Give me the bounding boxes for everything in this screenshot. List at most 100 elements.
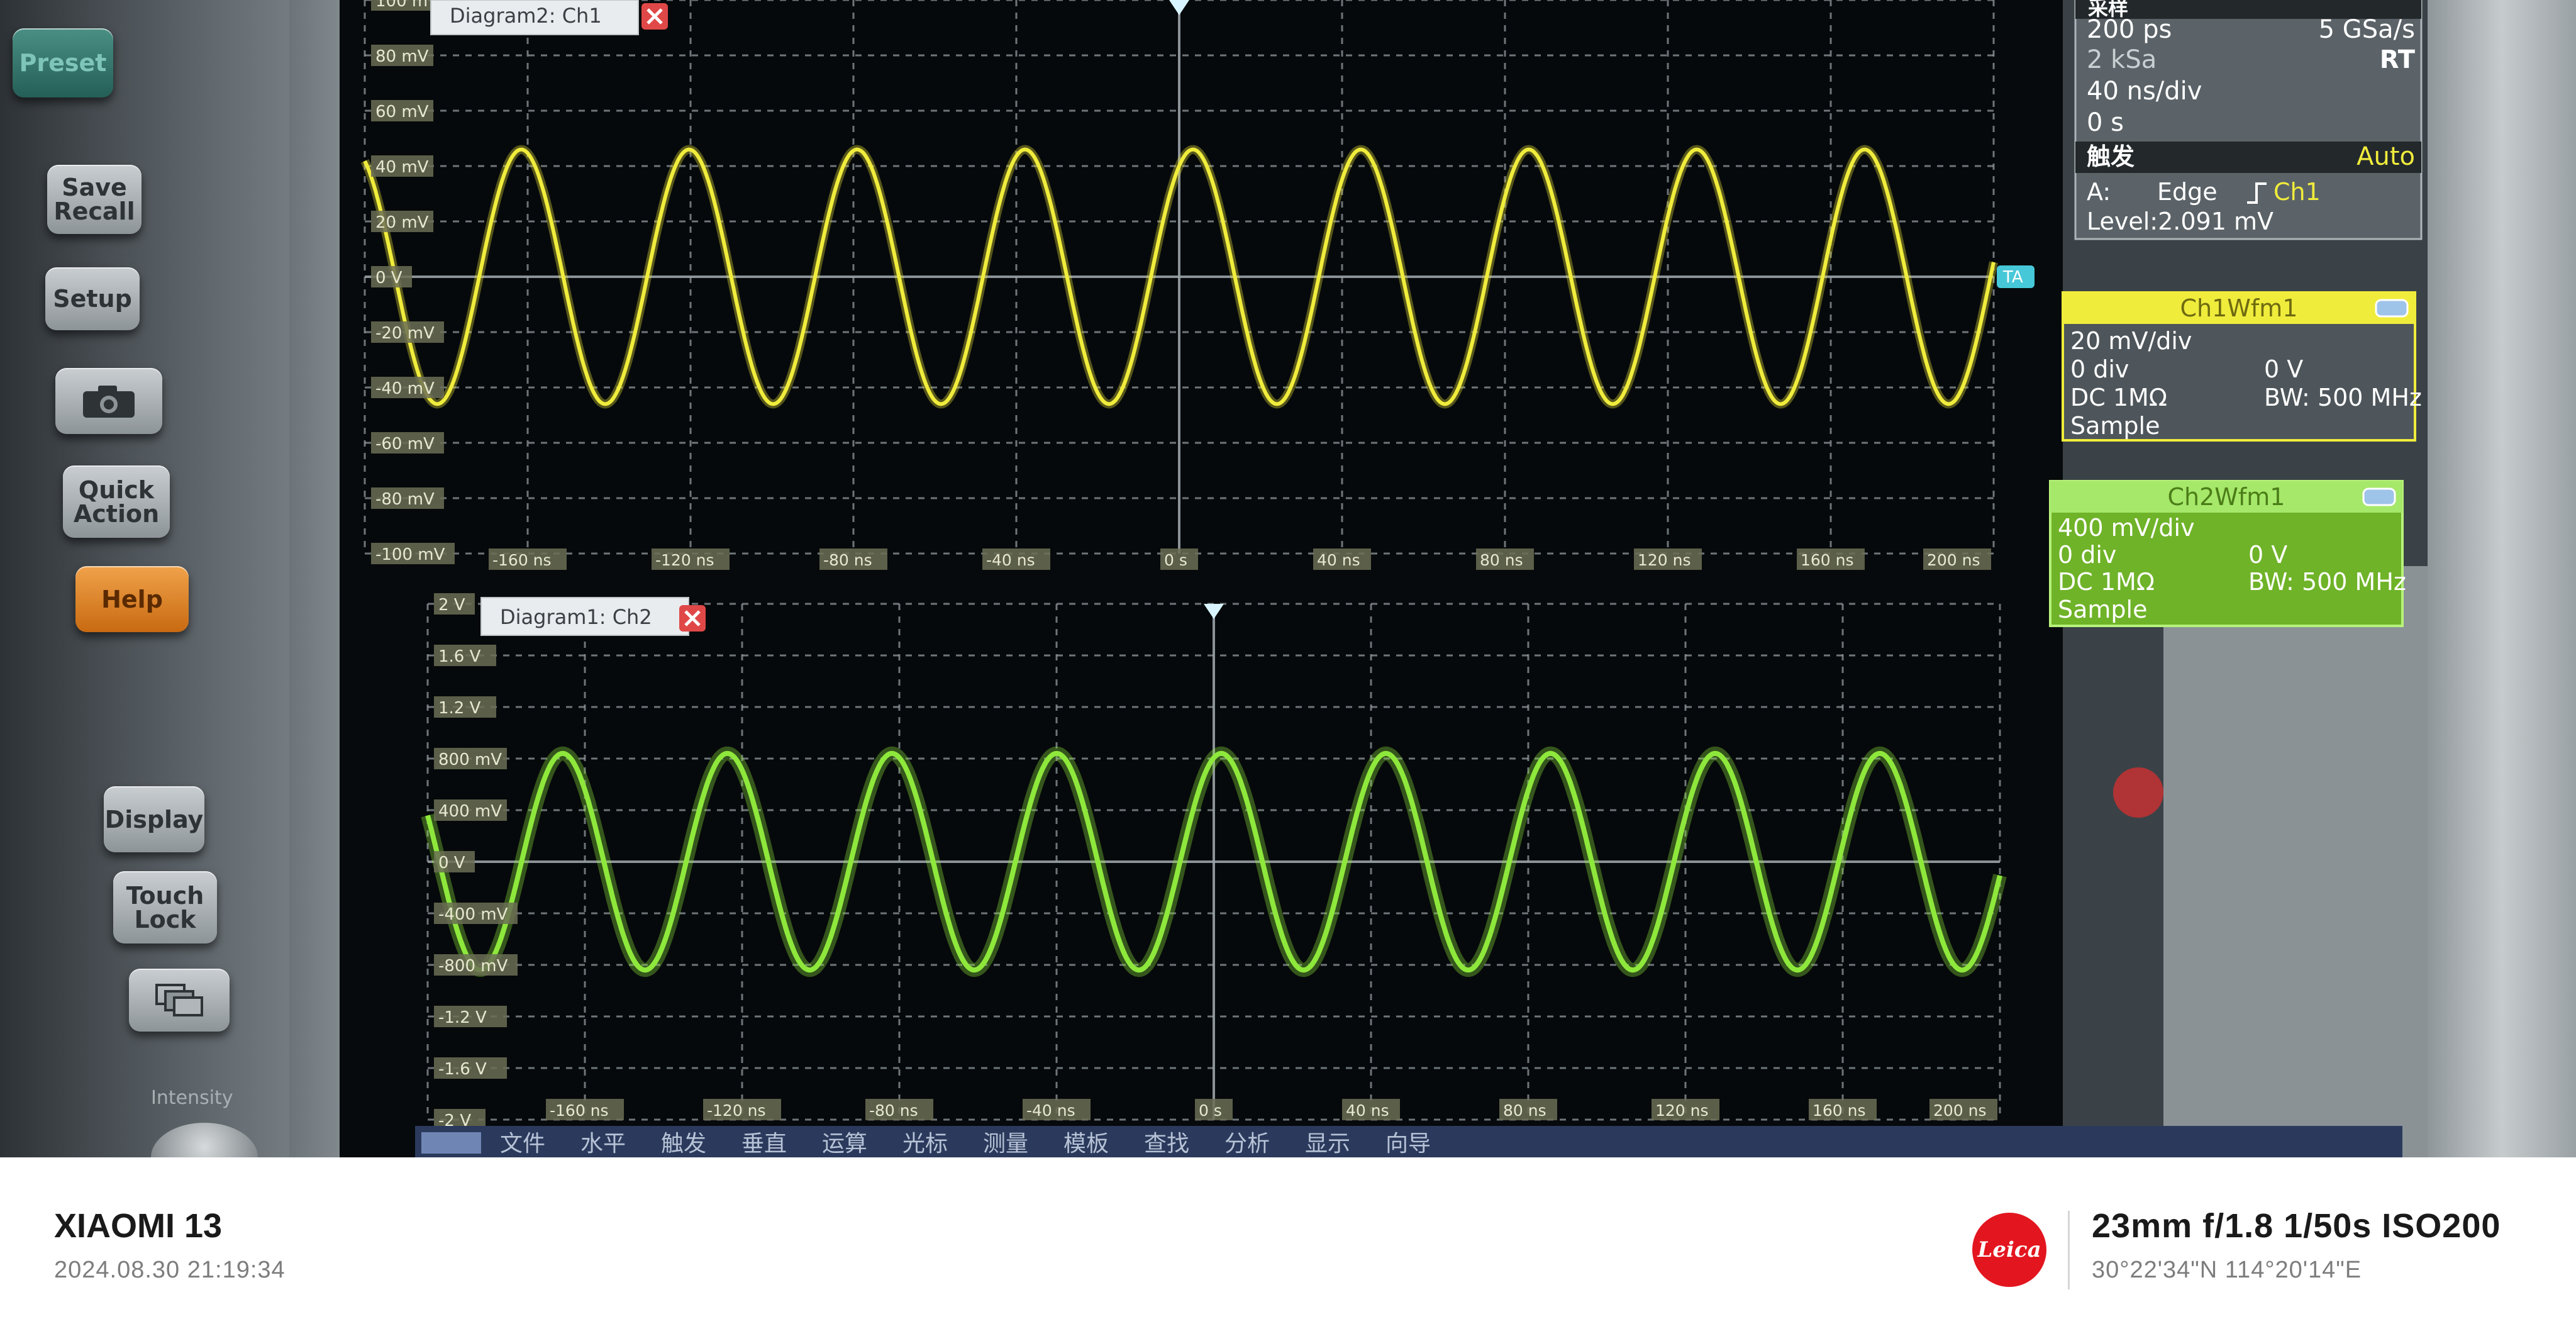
x-tick-label: 40 ns — [1317, 551, 1360, 569]
diagram-top-tab[interactable]: Diagram2: Ch1 — [430, 0, 668, 35]
x-tick-label: 0 s — [1164, 551, 1187, 569]
y-tick-label: -1.2 V — [438, 1008, 487, 1027]
touch-lock-button[interactable]: Touch Lock — [113, 871, 217, 944]
oscilloscope-photo: Preset Save Recall Setup Quick Action He… — [0, 0, 2576, 1157]
ch2-acq: Sample — [2058, 596, 2147, 623]
save-recall-button[interactable]: Save Recall — [47, 165, 142, 234]
x-tick-label: -40 ns — [986, 551, 1035, 569]
caption-divider — [2068, 1211, 2070, 1289]
x-tick-label: 120 ns — [1638, 551, 1691, 569]
menu-item[interactable]: 显示 — [1305, 1131, 1350, 1157]
y-tick-label: -800 mV — [438, 957, 508, 976]
x-tick-label: -40 ns — [1026, 1101, 1075, 1120]
ch1-info-box[interactable]: Ch1Wfm1 20 mV/div 0 div 0 V DC 1MΩ BW: 5… — [2062, 291, 2422, 442]
x-tick-label: -120 ns — [655, 551, 714, 569]
x-tick-label: -80 ns — [823, 551, 872, 569]
camera-button[interactable] — [55, 368, 162, 434]
ch1-bandwidth: BW: 500 MHz — [2264, 384, 2422, 411]
y-tick-label: -20 mV — [375, 324, 435, 343]
y-tick-label: 400 mV — [438, 802, 502, 821]
diagram-bottom-tab[interactable]: Diagram1: Ch2 — [480, 597, 706, 636]
ch1-scale: 20 mV/div — [2070, 327, 2192, 355]
x-tick-label: 120 ns — [1655, 1101, 1709, 1120]
y-tick-label: 100 mV — [375, 0, 439, 11]
ch2-bandwidth: BW: 500 MHz — [2248, 568, 2406, 596]
preset-button[interactable]: Preset — [13, 28, 113, 97]
menu-item[interactable]: 分析 — [1224, 1131, 1270, 1157]
acq-position: 0 s — [2087, 108, 2124, 137]
y-tick-label: 0 V — [438, 854, 465, 872]
x-tick-label: 160 ns — [1801, 551, 1854, 569]
y-tick-label: 40 mV — [375, 158, 429, 177]
ch1-coupling: DC 1MΩ — [2070, 384, 2167, 411]
ch1-acq: Sample — [2070, 412, 2160, 440]
gps-coordinates: 30°22'34"N 114°20'14"E — [2092, 1257, 2362, 1283]
display-button[interactable]: Display — [104, 786, 204, 852]
x-tick-label: 200 ns — [1927, 551, 1980, 569]
x-tick-label: 160 ns — [1813, 1101, 1866, 1120]
y-tick-label: 1.6 V — [438, 647, 481, 666]
acq-sample-rate: 5 GSa/s — [2319, 15, 2415, 44]
trigger-level: Level:2.091 mV — [2087, 208, 2273, 235]
right-panel-lower — [2163, 566, 2428, 1157]
menu-item[interactable]: 测量 — [983, 1131, 1028, 1157]
trigger-mode: Auto — [2357, 142, 2415, 171]
menu-item[interactable]: 垂直 — [741, 1131, 787, 1157]
x-tick-label: -80 ns — [869, 1101, 918, 1120]
ch2-box-title: Ch2Wfm1 — [2168, 483, 2285, 511]
menu-item[interactable]: 模板 — [1063, 1131, 1109, 1157]
y-tick-label: 1.2 V — [438, 699, 481, 718]
acq-mode: RT — [2380, 45, 2416, 74]
menu-item[interactable]: 触发 — [661, 1131, 706, 1157]
diagram-top-label: Diagram2: Ch1 — [450, 4, 602, 28]
menu-item[interactable]: 查找 — [1144, 1131, 1189, 1157]
y-tick-label: 2 V — [438, 596, 465, 615]
diagram-ch1[interactable]: 100 mV 80 mV 60 mV 40 mV 20 mV 0 V -20 mV -40 m… — [360, 0, 2035, 570]
trigger-source-prefix: A: — [2087, 178, 2111, 206]
menu-item[interactable]: 光标 — [902, 1131, 948, 1157]
trigger-level-label: TA — [2002, 268, 2023, 287]
ch2-minimize-icon[interactable] — [2362, 487, 2396, 506]
ch1-minimize-icon[interactable] — [2375, 299, 2409, 318]
intensity-label: Intensity — [151, 1087, 233, 1109]
setup-button[interactable]: Setup — [45, 267, 140, 330]
acquisition-box[interactable]: 采样 200 ps 5 GSa/s 2 kSa RT 40 ns/div 0 s… — [2074, 0, 2423, 240]
trigger-header: 触发 — [2087, 143, 2135, 170]
menu-item[interactable]: 文件 — [500, 1131, 545, 1157]
acq-resolution: 200 ps — [2087, 15, 2172, 44]
acq-record-length: 2 kSa — [2087, 45, 2157, 74]
window-layout-button[interactable] — [129, 969, 230, 1032]
diagram-ch2[interactable]: 2 V 1.6 V 1.2 V 800 mV 400 mV 0 V -400 mV -800 … — [421, 593, 2007, 1130]
trigger-type: Edge — [2157, 178, 2218, 206]
menu-grid-icon[interactable] — [421, 1132, 481, 1154]
x-tick-label: -120 ns — [707, 1101, 766, 1120]
right-bezel — [2428, 0, 2576, 1157]
ch2-info-box[interactable]: Ch2Wfm1 400 mV/div 0 div 0 V DC 1MΩ BW: … — [2049, 480, 2406, 627]
diagram-bottom-label: Diagram1: Ch2 — [500, 605, 652, 629]
x-tick-label: 80 ns — [1480, 551, 1523, 569]
y-tick-label: 800 mV — [438, 750, 502, 769]
ch2-offset: 0 V — [2248, 541, 2287, 569]
x-tick-label: 200 ns — [1933, 1101, 1987, 1120]
menu-item[interactable]: 向导 — [1385, 1131, 1431, 1157]
y-tick-label: -60 mV — [375, 435, 435, 454]
y-tick-label: -1.6 V — [438, 1060, 487, 1079]
camera-model: XIAOMI 13 — [54, 1207, 223, 1245]
menu-item[interactable]: 水平 — [580, 1131, 626, 1157]
y-tick-label: -40 mV — [375, 379, 435, 398]
indicator-light — [2113, 767, 2163, 818]
quick-action-button[interactable]: Quick Action — [63, 465, 170, 538]
ch2-offset-div: 0 div — [2058, 541, 2116, 569]
y-tick-label: -100 mV — [375, 545, 445, 564]
x-tick-label: -160 ns — [492, 551, 552, 569]
leica-logo-text: Leica — [1977, 1237, 2041, 1262]
help-button[interactable]: Help — [75, 566, 189, 632]
scope-display: 采样 200 ps 5 GSa/s 2 kSa RT 40 ns/div 0 s… — [360, 0, 2428, 1157]
menu-item[interactable]: 运算 — [822, 1131, 867, 1157]
x-tick-label: 80 ns — [1503, 1101, 1546, 1120]
ch2-coupling: DC 1MΩ — [2058, 568, 2155, 596]
ch2-scale: 400 mV/div — [2058, 514, 2195, 542]
y-tick-label: -80 mV — [375, 490, 435, 509]
capture-datetime: 2024.08.30 21:19:34 — [54, 1257, 286, 1283]
x-tick-label: 40 ns — [1346, 1101, 1389, 1120]
